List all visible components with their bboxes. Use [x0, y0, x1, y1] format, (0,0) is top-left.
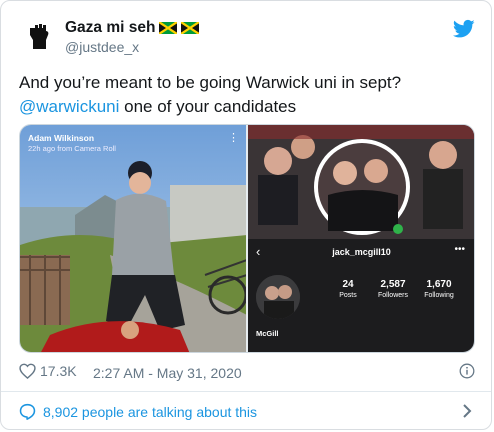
followers-count: 2,587	[380, 279, 406, 290]
tweet-card: Gaza mi seh @justdee_x And you’re meant …	[0, 0, 492, 430]
posts-count: 24	[342, 279, 354, 290]
mention-link[interactable]: @warwickuni	[19, 97, 119, 116]
timestamp[interactable]: 2:27 AM - May 31, 2020	[93, 365, 242, 381]
like-count: 17.3K	[40, 363, 77, 379]
divider	[1, 391, 491, 392]
like-button[interactable]: 17.3K	[19, 363, 77, 379]
photo-left[interactable]: Adam Wilkinson 22h ago from Camera Roll …	[20, 125, 246, 352]
tweet-header: Gaza mi seh @justdee_x	[19, 15, 475, 59]
followers-label: Followers	[378, 292, 408, 299]
info-icon[interactable]	[459, 363, 475, 379]
following-count: 1,670	[426, 279, 452, 290]
tweet-footer: 17.3K 2:27 AM - May 31, 2020	[19, 363, 477, 385]
profile-picture	[256, 275, 300, 319]
profile-username: jack_mcgill10	[332, 247, 391, 257]
user-handle[interactable]: @justdee_x	[65, 39, 139, 55]
more-icon[interactable]: ⋮	[228, 133, 239, 144]
street-photo	[20, 125, 246, 352]
following-label: Following	[424, 292, 454, 299]
more-dots-icon[interactable]: •••	[454, 244, 465, 255]
story-meta: 22h ago from Camera Roll	[28, 144, 116, 153]
jamaica-flag-icon	[159, 22, 178, 34]
avatar[interactable]	[19, 17, 57, 55]
jamaica-flag-icon	[181, 22, 200, 34]
group-photo	[248, 125, 474, 239]
profile-name: McGill	[256, 329, 279, 338]
heart-icon	[19, 363, 36, 379]
followers-stat: 2,587 Followers	[368, 279, 418, 299]
tweet-text: And you’re meant to be going Warwick uni…	[19, 71, 475, 119]
media-grid: Adam Wilkinson 22h ago from Camera Roll …	[19, 124, 475, 353]
tweet-text-line1: And you’re meant to be going Warwick uni…	[19, 73, 402, 92]
instagram-profile: ‹ jack_mcgill10 ••• 24 Posts 2,587 Follo…	[248, 239, 474, 352]
twitter-bird-icon[interactable]	[453, 19, 475, 39]
speech-bubble-icon	[19, 403, 36, 420]
raised-fist-icon	[19, 17, 57, 55]
tweet-text-rest: one of your candidates	[119, 97, 297, 116]
conversation-link[interactable]: 8,902 people are talking about this	[19, 403, 475, 423]
chevron-right-icon	[463, 404, 472, 418]
posts-stat: 24 Posts	[323, 279, 373, 299]
name-row: Gaza mi seh	[65, 19, 200, 37]
tweet-text-line2: @warwickuni one of your candidates	[19, 95, 475, 119]
display-name[interactable]: Gaza mi seh	[65, 19, 155, 37]
posts-label: Posts	[339, 292, 357, 299]
photo-right[interactable]: ‹ jack_mcgill10 ••• 24 Posts 2,587 Follo…	[248, 125, 474, 352]
conversation-label: 8,902 people are talking about this	[43, 404, 258, 420]
story-username: Adam Wilkinson	[28, 133, 95, 143]
following-stat: 1,670 Following	[414, 279, 464, 299]
